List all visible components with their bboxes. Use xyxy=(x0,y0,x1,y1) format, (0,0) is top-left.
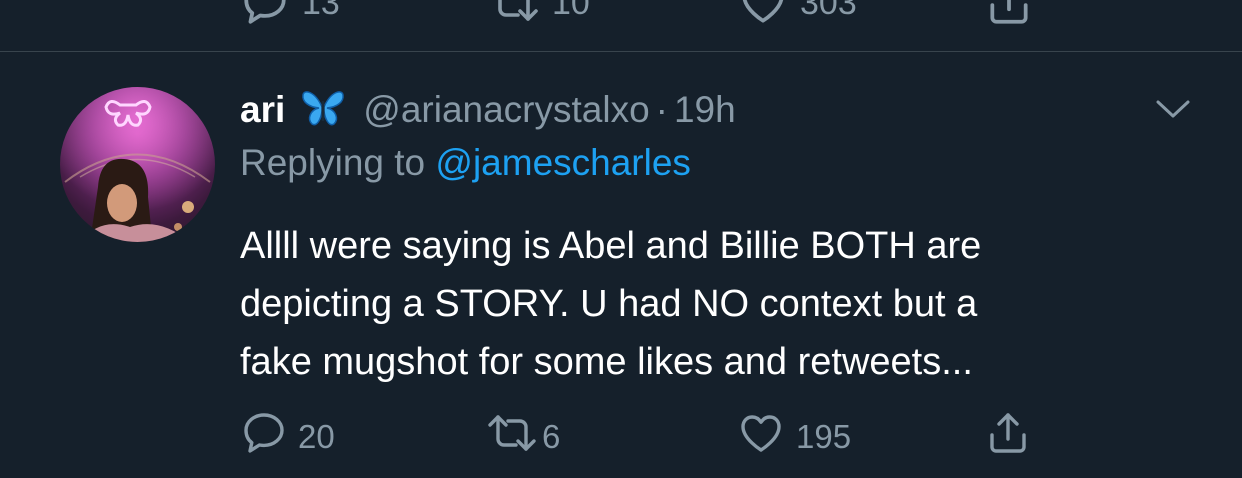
replying-to-label: Replying to xyxy=(240,142,436,183)
like-button[interactable]: 195 xyxy=(736,412,851,462)
tweet-menu-button[interactable] xyxy=(1152,92,1194,131)
retweet-icon xyxy=(486,409,538,465)
reply-count: 20 xyxy=(298,418,335,455)
avatar[interactable] xyxy=(60,87,215,242)
like-count: 195 xyxy=(796,418,852,455)
replying-to-line: Replying to @jamescharles xyxy=(240,142,691,184)
previous-retweet-button[interactable]: 10 xyxy=(488,0,590,28)
previous-reply-button[interactable]: 13 xyxy=(240,0,340,28)
tweet-divider xyxy=(0,51,1242,52)
display-name[interactable]: ari xyxy=(240,89,285,131)
previous-share-button[interactable] xyxy=(984,0,1034,28)
like-icon xyxy=(736,409,786,465)
previous-like-count: 303 xyxy=(800,0,857,22)
share-button[interactable] xyxy=(984,412,1032,462)
replying-to-mention[interactable]: @jamescharles xyxy=(435,142,691,183)
tweet-text: Allll were saying is Abel and Billie BOT… xyxy=(240,225,982,383)
butterfly-emoji-icon xyxy=(301,87,345,134)
retweet-icon xyxy=(488,0,540,28)
tweet-actions: 20 6 195 xyxy=(0,412,1242,462)
separator-dot: · xyxy=(655,89,668,130)
retweet-button[interactable]: 6 xyxy=(486,412,560,462)
previous-retweet-count: 10 xyxy=(552,0,590,22)
previous-tweet-actions: 13 10 303 xyxy=(0,0,1242,51)
like-icon xyxy=(738,0,788,28)
share-icon xyxy=(984,0,1034,28)
reply-icon xyxy=(240,0,290,28)
user-handle[interactable]: @arianacrystalxo xyxy=(363,89,649,131)
chevron-down-icon xyxy=(1152,100,1194,130)
retweet-count: 6 xyxy=(542,418,561,455)
previous-like-button[interactable]: 303 xyxy=(738,0,857,28)
previous-reply-count: 13 xyxy=(302,0,340,22)
reply-button[interactable]: 20 xyxy=(240,412,335,462)
share-icon xyxy=(984,409,1032,465)
tweet-header: ari @arianacrystalxo · 19h xyxy=(240,84,736,136)
timestamp[interactable]: 19h xyxy=(674,89,736,131)
reply-icon xyxy=(240,409,288,465)
avatar-image xyxy=(60,87,215,242)
tweet-thread-screen: 13 10 303 ari @arianacrystalxo · 19h Rep… xyxy=(0,0,1242,478)
